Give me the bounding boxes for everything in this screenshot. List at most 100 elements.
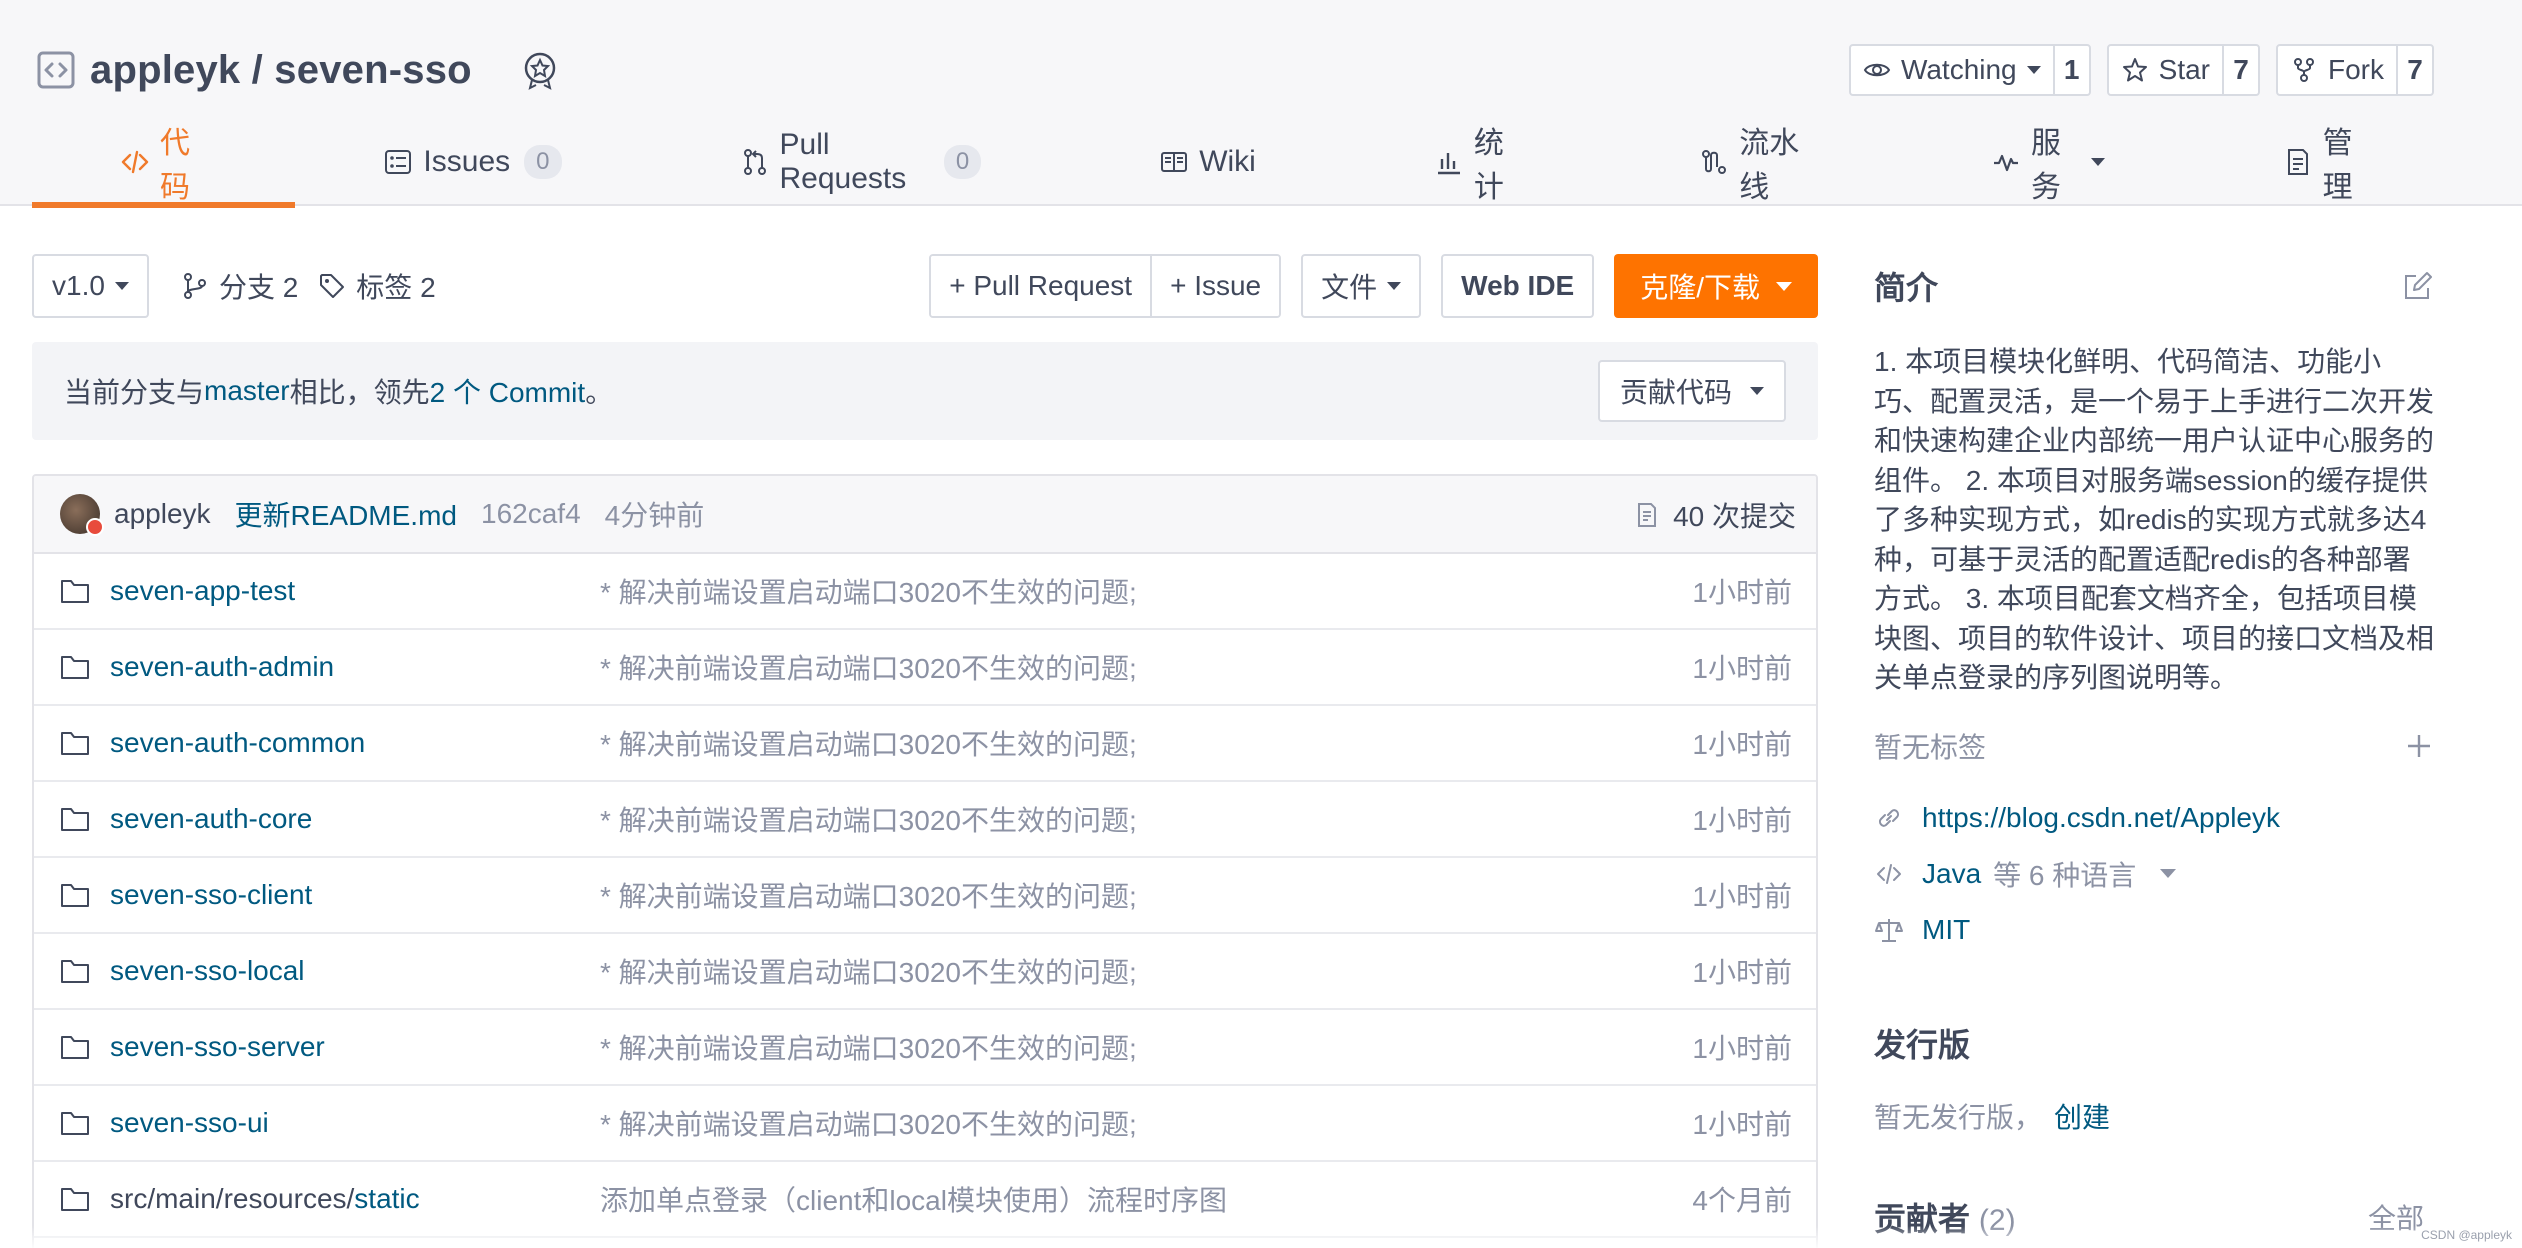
file-name-link[interactable]: seven-auth-core: [110, 803, 312, 835]
branch-selector[interactable]: v1.0: [32, 254, 149, 318]
service-icon: [1991, 147, 2021, 177]
compare-commits-link[interactable]: 2 个 Commit: [430, 371, 586, 411]
watch-count[interactable]: 1: [2055, 46, 2089, 94]
file-name-link[interactable]: src/main/resources/static: [110, 1183, 420, 1215]
tab-service[interactable]: 服务: [1903, 127, 2195, 206]
scale-icon: [1874, 915, 1904, 945]
file-commit-message[interactable]: * 解决前端设置启动端口3020不生效的问题;: [600, 875, 1137, 915]
new-issue-button[interactable]: + Issue: [1150, 256, 1280, 316]
file-commit-message[interactable]: * 解决前端设置启动端口3020不生效的问题;: [600, 1103, 1137, 1143]
file-name-link[interactable]: seven-auth-admin: [110, 651, 334, 683]
file-list: appleyk 更新README.md 162caf4 4分钟前 40 次提交 …: [32, 474, 1818, 1248]
web-ide-button[interactable]: Web IDE: [1441, 254, 1595, 318]
file-commit-time: 1小时前: [1692, 1033, 1792, 1064]
branches-link[interactable]: 分支 2: [181, 266, 298, 306]
fork-label: Fork: [2328, 54, 2384, 85]
tab-label: Wiki: [1199, 145, 1256, 178]
repo-name[interactable]: appleyk / seven-sso: [90, 48, 472, 93]
tab-pull-requests[interactable]: Pull Requests 0: [652, 128, 1072, 206]
commit-message[interactable]: 更新README.md: [235, 494, 457, 534]
file-path-name: static: [354, 1183, 420, 1214]
file-name-link[interactable]: seven-sso-local: [110, 955, 305, 987]
tab-code[interactable]: 代码: [32, 127, 296, 208]
file-commit-message[interactable]: * 解决前端设置启动端口3020不生效的问题;: [600, 951, 1137, 991]
fork-icon: [2290, 56, 2318, 84]
table-row: seven-auth-admin * 解决前端设置启动端口3020不生效的问题;…: [34, 630, 1816, 706]
chevron-down-icon: [2026, 66, 2041, 74]
file-commit-message[interactable]: * 解决前端设置启动端口3020不生效的问题;: [600, 1027, 1137, 1067]
branch-selector-label: v1.0: [52, 270, 105, 301]
folder-icon: [60, 1109, 90, 1137]
file-commit-time: 1小时前: [1692, 653, 1792, 684]
file-name-link[interactable]: seven-auth-common: [110, 727, 365, 759]
tab-label: 统计: [1473, 127, 1504, 204]
repo-tabs: 代码 Issues 0 Pull Requests 0 Wiki 统计 流水线 …: [32, 127, 2490, 208]
homepage-link[interactable]: https://blog.csdn.net/Appleyk: [1922, 802, 2280, 834]
releases-row: 暂无发行版， 创建: [1874, 1096, 2434, 1136]
file-name-link[interactable]: seven-app-test: [110, 575, 295, 607]
file-name-link[interactable]: seven-sso-ui: [110, 1107, 269, 1139]
branch-compare-bar: 当前分支与 master 相比，领先 2 个 Commit 。 贡献代码: [32, 342, 1818, 440]
file-name-link[interactable]: seven-sso-server: [110, 1031, 325, 1063]
create-release-link[interactable]: 创建: [2054, 1102, 2110, 1133]
issues-count-badge: 0: [524, 145, 562, 179]
repo-header: appleyk / seven-sso Watching 1 Star 7 Fo…: [0, 0, 2522, 208]
table-row: seven-app-test * 解决前端设置启动端口3020不生效的问题; 1…: [34, 554, 1816, 630]
chevron-down-icon[interactable]: [2160, 869, 2177, 878]
pipeline-icon: [1699, 147, 1729, 177]
file-name-link[interactable]: seven-sso-client: [110, 879, 312, 911]
file-menu-label: 文件: [1321, 272, 1378, 303]
stats-icon: [1434, 147, 1464, 177]
commits-icon: [1633, 501, 1661, 529]
manage-icon: [2283, 147, 2313, 177]
star-button[interactable]: Star: [2109, 46, 2224, 94]
language-more[interactable]: 等 6 种语言: [1993, 854, 2136, 894]
star-icon: [2121, 56, 2149, 84]
commit-author[interactable]: appleyk: [114, 498, 211, 530]
file-commit-message[interactable]: * 解决前端设置启动端口3020不生效的问题;: [600, 571, 1137, 611]
license-link[interactable]: MIT: [1922, 914, 1970, 946]
commits-count-link[interactable]: 40 次提交: [1633, 476, 1796, 554]
table-row: seven-sso-server * 解决前端设置启动端口3020不生效的问题;…: [34, 1010, 1816, 1086]
tags-link[interactable]: 标签 2: [318, 266, 436, 306]
tab-manage[interactable]: 管理: [2195, 127, 2460, 206]
contribute-button[interactable]: 贡献代码: [1597, 360, 1786, 422]
code-icon: [1874, 859, 1904, 889]
watch-button[interactable]: Watching: [1851, 46, 2055, 94]
intro-header: 简介: [1874, 254, 2434, 318]
file-commit-time: 1小时前: [1692, 1109, 1792, 1140]
language-row: Java 等 6 种语言: [1874, 846, 2434, 902]
chevron-down-icon: [2090, 158, 2105, 166]
tab-wiki[interactable]: Wiki: [1071, 128, 1346, 206]
commit-sha[interactable]: 162caf4: [481, 498, 581, 530]
file-commit-message[interactable]: * 解决前端设置启动端口3020不生效的问题;: [600, 647, 1137, 687]
avatar[interactable]: [60, 494, 104, 536]
file-commit-message[interactable]: * 解决前端设置启动端口3020不生效的问题;: [600, 799, 1137, 839]
edit-icon[interactable]: [2402, 270, 2434, 302]
file-commit-time: 1小时前: [1692, 805, 1792, 836]
tab-stats[interactable]: 统计: [1346, 127, 1611, 206]
language-link[interactable]: Java: [1922, 858, 1981, 890]
chevron-down-icon: [1776, 281, 1792, 291]
compare-branch-link[interactable]: master: [204, 375, 290, 407]
table-row: seven-sso-local * 解决前端设置启动端口3020不生效的问题; …: [34, 934, 1816, 1010]
add-tag-icon[interactable]: [2404, 731, 2434, 761]
fork-count[interactable]: 7: [2398, 46, 2432, 94]
chevron-down-icon: [1750, 387, 1764, 395]
clone-download-button[interactable]: 克隆/下载: [1614, 254, 1818, 318]
releases-title: 发行版: [1874, 1026, 1971, 1063]
new-pull-request-button[interactable]: + Pull Request: [931, 256, 1151, 316]
file-commit-message[interactable]: * 解决前端设置启动端口3020不生效的问题;: [600, 723, 1137, 763]
tab-issues[interactable]: Issues 0: [295, 128, 651, 206]
fork-button[interactable]: Fork: [2278, 46, 2398, 94]
file-menu-button[interactable]: 文件: [1301, 254, 1422, 318]
tab-pipeline[interactable]: 流水线: [1611, 127, 1903, 206]
folder-icon: [60, 729, 90, 757]
recommended-badge-icon[interactable]: [520, 50, 560, 90]
file-commit-time: 1小时前: [1692, 957, 1792, 988]
file-commit-message[interactable]: 添加单点登录（client和local模块使用）流程时序图: [600, 1179, 1227, 1219]
bottom-fade: [0, 1226, 2522, 1248]
tab-label: 服务: [2030, 127, 2061, 204]
star-count[interactable]: 7: [2224, 46, 2258, 94]
code-toolbar: v1.0 分支 2 标签 2 + Pull Request + Issue 文件…: [32, 254, 1818, 318]
